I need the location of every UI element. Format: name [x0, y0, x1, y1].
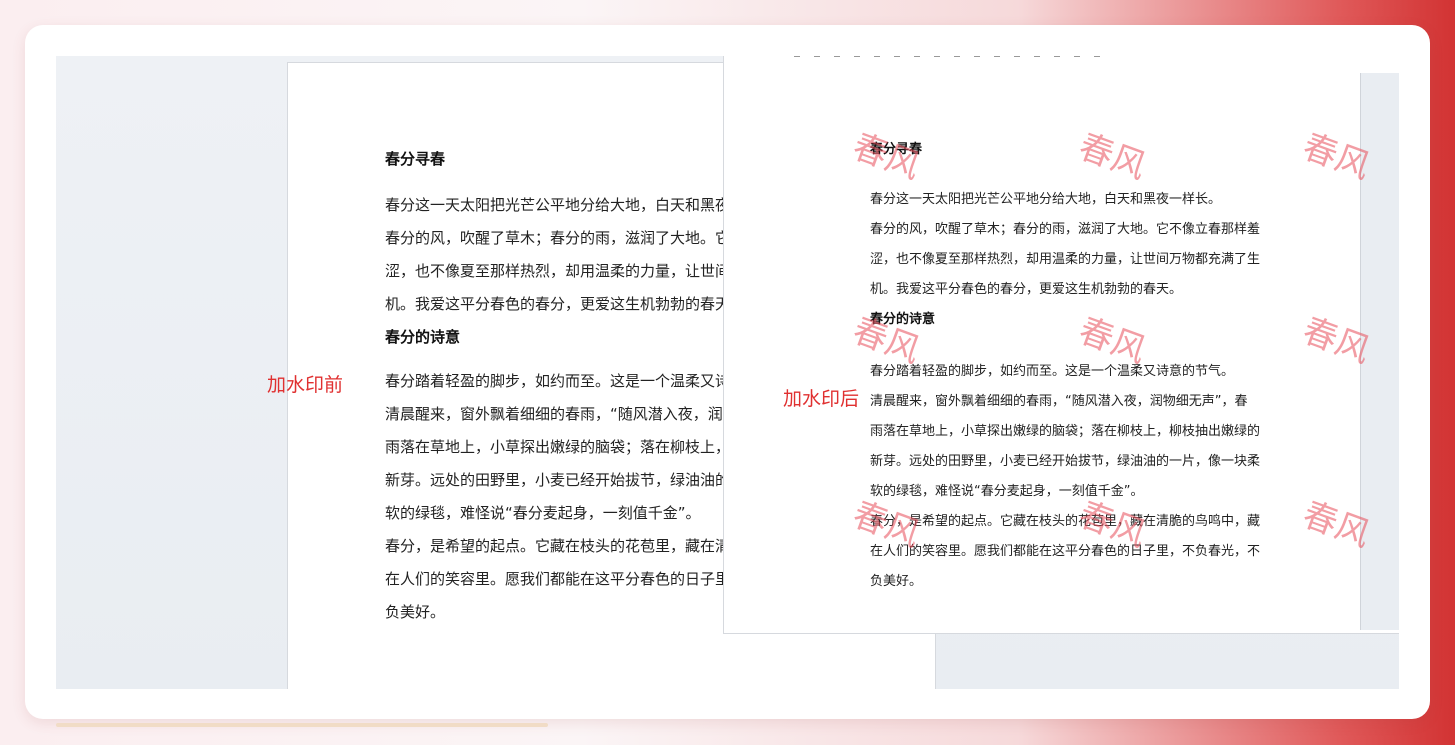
decorative-accent-line: [56, 723, 548, 727]
text-line: 春分，是希望的起点。它藏在枝头的花苞里，藏在清脆的鸟鸣中，藏: [870, 514, 1261, 529]
text-line: 清晨醒来，窗外飘着细细的春雨，“随风潜入夜，润: [385, 405, 723, 423]
text-line: 雨落在草地上，小草探出嫩绿的脑袋；落在柳枝上，柳枝抽出嫩绿的: [870, 424, 1261, 439]
text-line: 在人们的笑容里。愿我们都能在这平分春色的日子里: [385, 570, 725, 588]
viewer-margin: [1360, 73, 1399, 630]
text-line: 春分踏着轻盈的脚步，如约而至。这是一个温柔又诗: [385, 372, 725, 390]
text-line: 涩，也不像夏至那样热烈，却用温柔的力量，让世间万物都充满了生: [870, 252, 1261, 267]
document-after-content: 春分寻春 春分这一天太阳把光芒公平地分给大地，白天和黑夜一样长。 春分的风，吹醒…: [870, 143, 1290, 597]
label-after: 加水印后: [783, 388, 860, 410]
text-line: 负美好。: [870, 574, 923, 589]
text-line: 涩，也不像夏至那样热烈，却用温柔的力量，让世间: [385, 262, 725, 280]
text-line: 软的绿毯，难怪说“春分麦起身，一刻值千金”。: [870, 484, 1144, 499]
text-line: 新芽。远处的田野里，小麦已经开始拔节，绿油油的: [385, 471, 725, 489]
text-line: 春分的风，吹醒了草木；春分的雨，滋润了大地。它不像立春那样羞: [870, 222, 1261, 237]
label-before: 加水印前: [267, 374, 344, 396]
text-line: 在人们的笑容里。愿我们都能在这平分春色的日子里，不负春光，不: [870, 544, 1261, 559]
document-after: 春分寻春 春分这一天太阳把光芒公平地分给大地，白天和黑夜一样长。 春分的风，吹醒…: [723, 56, 1399, 634]
text-line: 新芽。远处的田野里，小麦已经开始拔节，绿油油的一片，像一块柔: [870, 454, 1261, 469]
text-line: 春分这一天太阳把光芒公平地分给大地，白天和黑夜: [385, 196, 725, 214]
paragraph-1: 春分这一天太阳把光芒公平地分给大地，白天和黑夜 春分的风，吹醒了草木；春分的雨，…: [385, 189, 725, 321]
text-line: 春分踏着轻盈的脚步，如约而至。这是一个温柔又诗意的节气。: [870, 364, 1235, 379]
text-line: 机。我爱这平分春色的春分，更爱这生机勃勃的春天: [385, 295, 725, 313]
text-line: 清晨醒来，窗外飘着细细的春雨，“随风潜入夜，润物细无声”，春: [870, 394, 1248, 409]
text-line: 春分的风，吹醒了草木；春分的雨，滋润了大地。它: [385, 229, 725, 247]
text-line: 雨落在草地上，小草探出嫩绿的脑袋；落在柳枝上，: [385, 438, 725, 456]
doc-title-2: 春分的诗意: [870, 312, 936, 327]
text-line: 负美好。: [385, 603, 446, 621]
clipped-text-remnant: [794, 56, 1114, 57]
text-line: 春分，是希望的起点。它藏在枝头的花苞里，藏在清: [385, 537, 725, 555]
text-line: 软的绿毯，难怪说“春分麦起身，一刻值千金”。: [385, 504, 701, 522]
text-line: 春分这一天太阳把光芒公平地分给大地，白天和黑夜一样长。: [870, 192, 1222, 207]
doc-title-1: 春分寻春: [870, 142, 923, 157]
text-line: 机。我爱这平分春色的春分，更爱这生机勃勃的春天。: [870, 282, 1183, 297]
comparison-stage: 春分寻春 春分这一天太阳把光芒公平地分给大地，白天和黑夜 春分的风，吹醒了草木；…: [56, 56, 1399, 689]
paragraph-2: 春分踏着轻盈的脚步，如约而至。这是一个温柔又诗 清晨醒来，窗外飘着细细的春雨，“…: [385, 365, 725, 629]
